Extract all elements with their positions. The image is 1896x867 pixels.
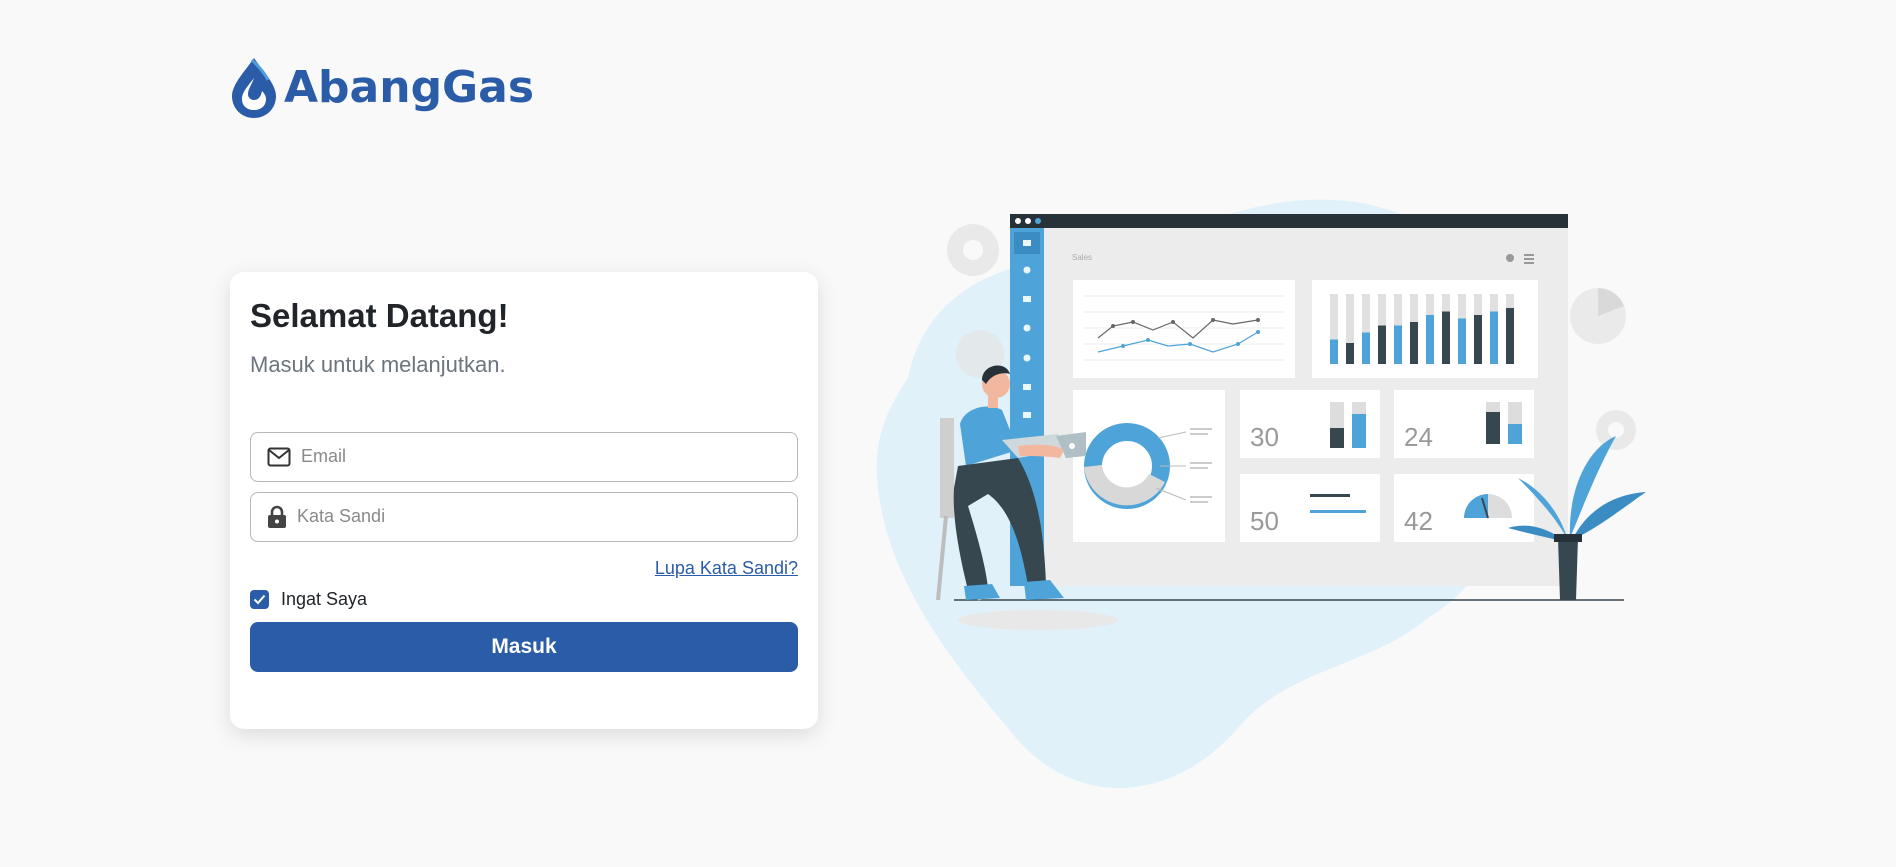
stat-value: 30 xyxy=(1250,422,1279,452)
bar xyxy=(1394,325,1402,364)
email-field[interactable] xyxy=(250,431,798,482)
dashboard-title: Sales xyxy=(1072,253,1092,262)
brand-logo: AbangGas xyxy=(228,56,534,120)
gear-icon xyxy=(947,224,999,276)
bar xyxy=(1410,322,1418,364)
bar xyxy=(1426,315,1434,364)
gas-drop-logo-icon xyxy=(232,58,276,118)
bar xyxy=(1330,339,1338,364)
email-input[interactable] xyxy=(291,445,797,469)
stat-value: 24 xyxy=(1404,422,1433,452)
bar xyxy=(1506,308,1514,364)
stat-value: 42 xyxy=(1404,506,1433,536)
bar xyxy=(1458,318,1466,364)
forgot-password-link[interactable]: Lupa Kata Sandi? xyxy=(655,558,798,578)
password-input[interactable] xyxy=(287,505,797,529)
password-field[interactable] xyxy=(250,491,798,542)
gear-icon xyxy=(1596,410,1636,450)
bar xyxy=(1378,325,1386,364)
login-card: Selamat Datang! Masuk untuk melanjutkan.… xyxy=(230,272,818,729)
login-subtitle: Masuk untuk melanjutkan. xyxy=(250,351,506,377)
remember-label: Ingat Saya xyxy=(281,589,368,610)
check-icon xyxy=(253,595,266,605)
bar xyxy=(1442,311,1450,364)
stat-value: 50 xyxy=(1250,506,1279,536)
lock-icon xyxy=(268,505,286,528)
bar xyxy=(1346,343,1354,364)
remember-me[interactable]: Ingat Saya xyxy=(250,588,798,612)
remember-checkbox[interactable] xyxy=(250,590,269,610)
bar xyxy=(1362,332,1370,364)
dashboard-illustration: Sales 30 24 50 42 xyxy=(876,199,1646,789)
pie-icon xyxy=(1570,288,1626,344)
login-button[interactable]: Masuk xyxy=(250,621,798,672)
bar xyxy=(1474,315,1482,364)
login-title: Selamat Datang! xyxy=(250,297,509,334)
forgot-row: Lupa Kata Sandi? xyxy=(250,558,798,580)
mail-icon xyxy=(267,447,291,467)
bar xyxy=(1490,311,1498,364)
brand-name: AbangGas xyxy=(284,62,535,113)
